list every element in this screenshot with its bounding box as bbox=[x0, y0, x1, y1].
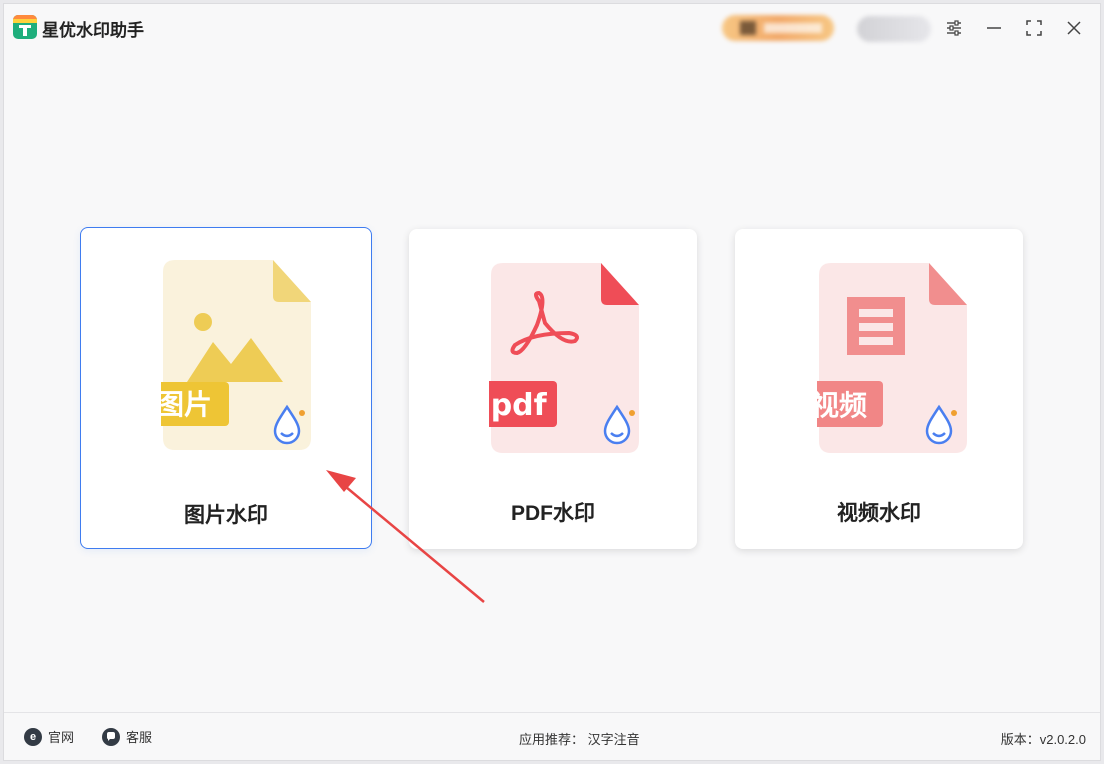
support-label: 客服 bbox=[126, 730, 153, 745]
video-badge-text: 视频 bbox=[817, 389, 867, 422]
card-video-watermark[interactable]: 视频 视频水印 bbox=[735, 229, 1023, 549]
user-account-badge[interactable] bbox=[722, 15, 834, 41]
settings-sliders-icon[interactable] bbox=[942, 16, 966, 40]
card-label: PDF水印 bbox=[511, 502, 595, 525]
chat-bubble-icon bbox=[102, 727, 120, 746]
pdf-badge-text: .pdf bbox=[489, 388, 548, 423]
pdf-file-icon: .pdf bbox=[489, 263, 639, 453]
app-logo-icon bbox=[13, 15, 37, 39]
browser-e-icon: e bbox=[24, 727, 42, 746]
image-badge-text: 图片 bbox=[161, 388, 212, 421]
app-title: 星优水印助手 bbox=[42, 21, 144, 40]
image-file-icon: 图片 bbox=[161, 260, 311, 450]
minimize-icon[interactable] bbox=[982, 16, 1006, 40]
recommend-prefix: 应用推荐： bbox=[519, 732, 585, 747]
app-recommendation: 应用推荐： 汉字注音 bbox=[519, 729, 640, 748]
card-label: 视频水印 bbox=[837, 502, 921, 525]
recommend-app-link[interactable]: 汉字注音 bbox=[588, 732, 640, 747]
footer: e 官网 客服 应用推荐： 汉字注音 版本：v2.0.2.0 bbox=[4, 712, 1100, 760]
close-icon[interactable] bbox=[1062, 16, 1086, 40]
card-label: 图片水印 bbox=[184, 504, 268, 527]
version-label: 版本： bbox=[1000, 732, 1040, 747]
website-label: 官网 bbox=[48, 730, 75, 745]
maximize-icon[interactable] bbox=[1022, 16, 1046, 40]
card-pdf-watermark[interactable]: .pdf PDF水印 bbox=[409, 229, 697, 549]
app-window: 星优水印助手 图片 图片水印 pdf PDF水印 频 视频水印 e 官网 客服 … bbox=[3, 3, 1101, 761]
card-image-watermark[interactable]: 图片 图片水印 bbox=[80, 227, 372, 549]
website-link[interactable]: e 官网 bbox=[24, 727, 74, 746]
version-info: 版本：v2.0.2.0 bbox=[1001, 729, 1086, 748]
support-link[interactable]: 客服 bbox=[102, 727, 152, 746]
title-bar: 星优水印助手 bbox=[4, 4, 1100, 50]
video-file-icon: 视频 bbox=[817, 263, 967, 453]
version-value: v2.0.2.0 bbox=[1039, 732, 1086, 747]
user-avatar[interactable] bbox=[857, 16, 931, 42]
